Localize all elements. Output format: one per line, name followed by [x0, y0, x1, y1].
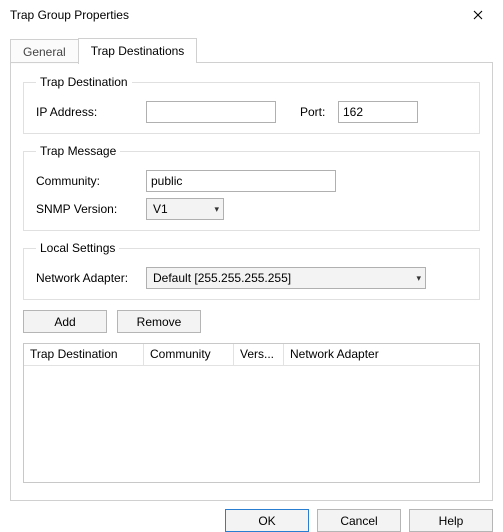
label-snmp-version: SNMP Version:: [36, 202, 146, 216]
label-ip-address: IP Address:: [36, 105, 146, 119]
column-version[interactable]: Vers...: [234, 344, 284, 366]
remove-button[interactable]: Remove: [117, 310, 201, 333]
chevron-down-icon: ▾: [214, 204, 219, 215]
snmp-version-value: V1: [153, 202, 168, 216]
legend-trap-destination: Trap Destination: [36, 75, 132, 89]
column-trap-destination[interactable]: Trap Destination: [24, 344, 144, 366]
label-port: Port:: [300, 105, 338, 119]
destinations-table[interactable]: Trap Destination Community Vers... Netwo…: [23, 343, 480, 483]
group-trap-message: Trap Message Community: SNMP Version: V1…: [23, 144, 480, 231]
column-network-adapter[interactable]: Network Adapter: [284, 344, 479, 366]
window-title: Trap Group Properties: [10, 8, 129, 22]
help-button[interactable]: Help: [409, 509, 493, 532]
label-community: Community:: [36, 174, 146, 188]
column-community[interactable]: Community: [144, 344, 234, 366]
add-button[interactable]: Add: [23, 310, 107, 333]
legend-local-settings: Local Settings: [36, 241, 119, 255]
close-button[interactable]: [463, 3, 493, 27]
snmp-version-select[interactable]: V1 ▾: [146, 198, 224, 220]
close-icon: [473, 10, 483, 20]
port-input[interactable]: [338, 101, 418, 123]
action-button-row: Add Remove: [23, 310, 480, 333]
label-network-adapter: Network Adapter:: [36, 271, 146, 285]
tab-general[interactable]: General: [10, 39, 79, 64]
dialog-footer: OK Cancel Help: [0, 501, 503, 532]
group-trap-destination: Trap Destination IP Address: Port:: [23, 75, 480, 134]
network-adapter-value: Default [255.255.255.255]: [153, 271, 291, 285]
ok-button[interactable]: OK: [225, 509, 309, 532]
cancel-button[interactable]: Cancel: [317, 509, 401, 532]
tab-panel: Trap Destination IP Address: Port: Trap …: [10, 63, 493, 501]
network-adapter-select[interactable]: Default [255.255.255.255] ▾: [146, 267, 426, 289]
group-local-settings: Local Settings Network Adapter: Default …: [23, 241, 480, 300]
title-bar: Trap Group Properties: [0, 0, 503, 30]
tab-trap-destinations[interactable]: Trap Destinations: [78, 38, 198, 63]
ip-address-input[interactable]: [146, 101, 276, 123]
community-input[interactable]: [146, 170, 336, 192]
legend-trap-message: Trap Message: [36, 144, 120, 158]
tab-strip: General Trap Destinations: [10, 38, 493, 63]
table-header: Trap Destination Community Vers... Netwo…: [24, 344, 479, 366]
chevron-down-icon: ▾: [416, 273, 421, 284]
